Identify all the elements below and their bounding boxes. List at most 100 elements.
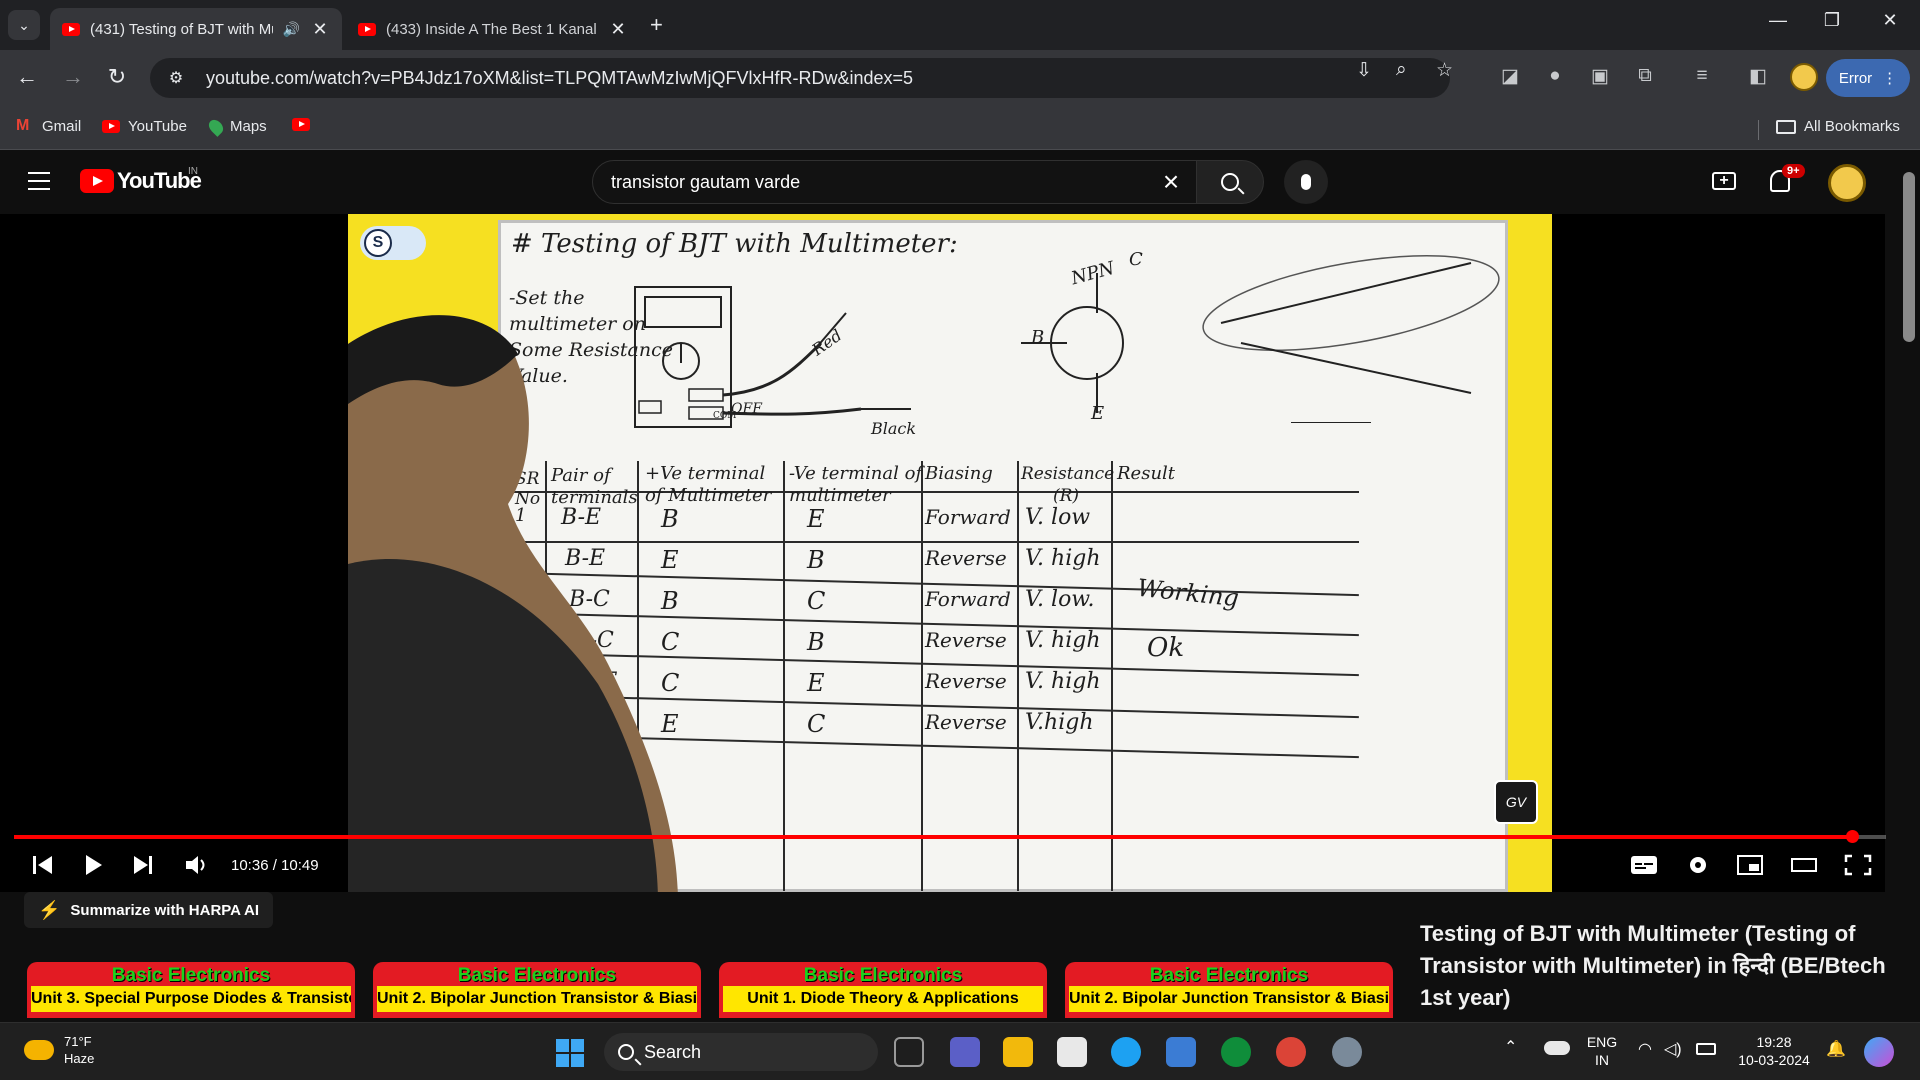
edge-icon[interactable] [1221,1037,1251,1067]
site-info-icon[interactable]: ⚙ [160,68,192,88]
bookmark-star-icon[interactable]: ☆ [1436,59,1453,82]
weather-widget[interactable]: 71°F Haze [24,1033,94,1067]
search-input[interactable]: transistor gautam varde [611,172,1146,193]
close-tab-icon[interactable]: ✕ [310,19,330,40]
channel-watermark-icon[interactable]: GV [1494,780,1538,824]
close-tab-icon[interactable]: ✕ [608,19,628,40]
table-cell: V.high [1025,710,1094,735]
extensions-puzzle-icon[interactable]: ⧉ [1631,65,1659,87]
previous-icon[interactable] [32,854,54,876]
progress-bar[interactable] [14,830,1886,843]
extension-harpa-icon[interactable]: ◪ [1496,65,1524,88]
youtube-icon [292,118,310,131]
minimize-button[interactable]: — [1748,10,1808,31]
harpa-summarize-button[interactable]: ⚡ Summarize with HARPA AI [24,892,274,928]
bookmark-maps[interactable]: Maps [206,116,267,137]
clock[interactable]: 19:28 10-03-2024 [1734,1033,1814,1069]
language-code: ENG [1586,1034,1618,1050]
close-window-button[interactable]: ✕ [1860,10,1920,31]
speaker-tray-icon[interactable]: ◁) [1664,1041,1682,1059]
url-text[interactable]: youtube.com/watch?v=PB4Jdz17oXM&list=TLP… [206,68,913,89]
miniplayer-icon[interactable] [1736,854,1764,876]
table-cell: E [807,505,825,533]
menu-icon[interactable] [28,172,50,190]
playlist-thumbnail-3[interactable]: Basic Electronics Unit 1. Diode Theory &… [719,962,1047,1018]
result-ok: Ok [1147,633,1185,663]
bookmark-youtube[interactable]: YouTube [102,118,187,135]
playlist-thumbnail-2[interactable]: Basic Electronics Unit 2. Bipolar Juncti… [373,962,701,1018]
scrollbar-thumb[interactable] [1903,172,1915,342]
theater-mode-icon[interactable] [1790,854,1818,876]
clear-search-icon[interactable]: × [1146,166,1196,198]
copilot-icon[interactable] [1864,1037,1894,1067]
subtitles-icon[interactable] [1630,854,1658,876]
reload-button[interactable]: ↻ [102,64,132,90]
harpa-icon: ⚡ [38,899,61,920]
settings-gear-icon[interactable] [1684,854,1712,876]
skip-badge[interactable]: S [360,226,426,260]
settings-icon[interactable] [1332,1037,1362,1067]
bookmarks-divider [1758,120,1759,140]
notification-icon[interactable]: 🔔 [1826,1041,1846,1059]
start-button[interactable] [556,1039,584,1067]
create-video-icon[interactable]: + [1712,172,1736,190]
tab-inactive[interactable]: (433) Inside A The Best 1 Kanal ✕ [346,8,640,50]
next-icon[interactable] [132,854,154,876]
volume-icon[interactable] [184,854,210,876]
account-avatar[interactable] [1828,164,1866,202]
mypc-app-icon[interactable] [1166,1037,1196,1067]
video-frame[interactable]: # Testing of BJT with Multimeter: -Set t… [348,214,1552,892]
zoom-icon[interactable]: ⌕ [1396,59,1407,81]
install-app-icon[interactable]: ⇩ [1356,59,1372,82]
progress-scrubber[interactable] [1846,830,1860,843]
play-button[interactable] [86,855,102,875]
table-cell: B [807,628,825,656]
thumbnail-subtitle: Unit 3. Special Purpose Diodes & Transis… [31,986,351,1012]
profile-avatar[interactable] [1790,63,1818,91]
speaker-icon[interactable]: 🔊 [283,21,300,38]
back-button[interactable]: ← [12,64,42,90]
wb-c-label: C [1129,249,1143,270]
all-bookmarks-button[interactable]: All Bookmarks [1776,118,1900,135]
page-scrollbar[interactable] [1898,152,1920,1022]
tab-active[interactable]: (431) Testing of BJT with Mu 🔊 ✕ [50,8,342,50]
profile-error-button[interactable]: Error ⋮ [1826,59,1910,97]
taskbar-search[interactable]: Search [604,1033,878,1071]
youtube-logo[interactable]: YouTube [80,168,202,194]
language-indicator[interactable]: ENG IN [1582,1033,1622,1069]
thumbnail-subtitle: Unit 2. Bipolar Junction Transistor & Bi… [1069,986,1389,1012]
task-view-icon[interactable] [894,1037,924,1067]
video-player[interactable]: # Testing of BJT with Multimeter: -Set t… [0,214,1886,892]
onedrive-cloud-icon[interactable] [1544,1041,1570,1055]
bookmark-gmail[interactable]: Gmail [16,117,81,136]
wifi-icon[interactable]: ◠ [1638,1041,1652,1059]
voice-search-button[interactable] [1284,160,1328,204]
help-icon[interactable] [1111,1037,1141,1067]
file-explorer-icon[interactable] [1003,1037,1033,1067]
table-cell: Forward [925,505,1011,529]
address-bar[interactable]: ⚙ youtube.com/watch?v=PB4Jdz17oXM&list=T… [150,58,1450,98]
media-control-icon[interactable]: ≡ [1688,65,1716,87]
tab-search-button[interactable]: ⌄ [8,10,40,40]
side-panel-icon[interactable]: ◧ [1744,65,1772,88]
show-hidden-icons[interactable]: ⌃ [1504,1039,1517,1057]
new-tab-button[interactable]: + [650,12,663,38]
search-button[interactable] [1196,160,1264,204]
playlist-thumbnail-4[interactable]: Basic Electronics Unit 2. Bipolar Juncti… [1065,962,1393,1018]
teams-icon[interactable] [950,1037,980,1067]
chrome-icon[interactable] [1276,1037,1306,1067]
restore-button[interactable]: ❐ [1802,10,1862,31]
wb-black-label: Black [871,419,917,438]
extension-mouse-icon[interactable]: ● [1541,65,1569,87]
youtube-icon [102,120,120,133]
store-icon[interactable] [1057,1037,1087,1067]
forward-button[interactable]: → [58,64,88,90]
table-header-biasing: Biasing [925,463,993,484]
battery-icon[interactable] [1696,1043,1716,1055]
table-column-rule [1111,461,1113,891]
playlist-thumbnail-1[interactable]: Basic Electronics Unit 3. Special Purpos… [27,962,355,1018]
fullscreen-icon[interactable] [1844,854,1872,876]
search-box[interactable]: transistor gautam varde × [592,160,1197,204]
extension-window-icon[interactable]: ▣ [1586,65,1614,88]
bookmark-youtube-2[interactable] [292,118,310,131]
